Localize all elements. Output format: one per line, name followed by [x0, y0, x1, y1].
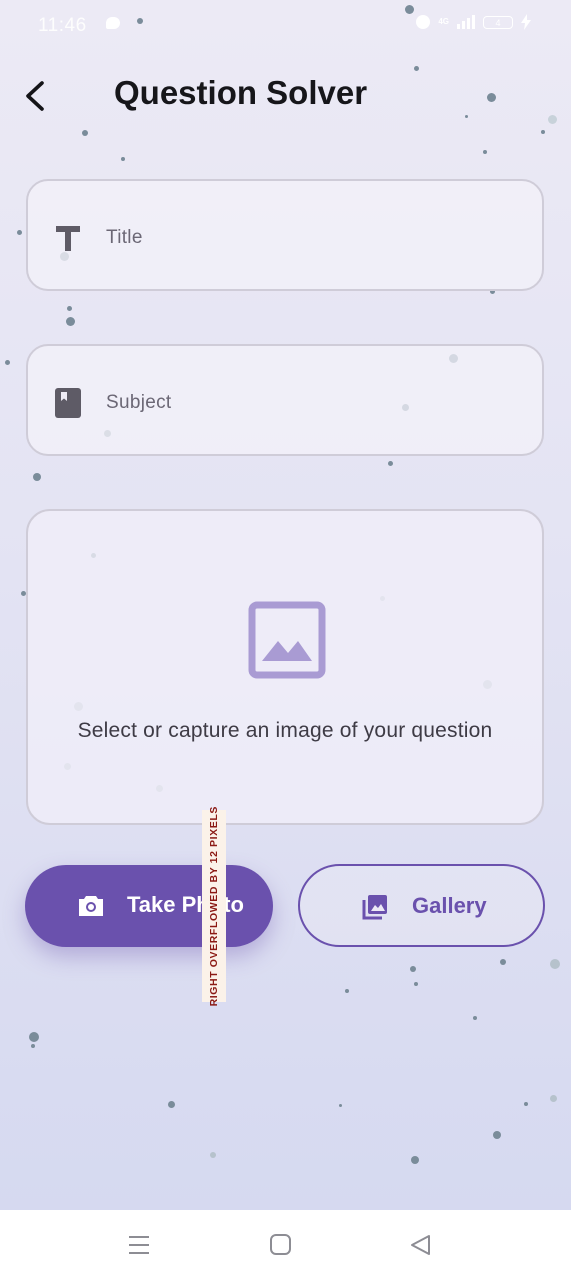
alarm-icon — [416, 15, 431, 29]
subject-field[interactable]: Subject — [26, 344, 544, 456]
take-photo-label: Take Photo — [127, 892, 244, 917]
network-type: 4G — [438, 17, 449, 26]
page-title: Question Solver — [114, 74, 368, 111]
menu-icon[interactable] — [126, 1232, 152, 1258]
camera-icon — [79, 896, 103, 916]
overflow-warning-banner: RIGHT OVERFLOWED BY 12 PIXELS — [202, 806, 226, 1006]
book-icon — [55, 388, 81, 418]
triangle-back-icon[interactable] — [408, 1232, 434, 1258]
gallery-button[interactable]: Gallery — [298, 864, 545, 947]
system-navigation-bar — [0, 1210, 571, 1280]
square-home-icon[interactable] — [268, 1232, 294, 1258]
battery-icon: 4 — [483, 15, 513, 29]
photo-library-icon — [362, 895, 387, 920]
status-icons: 4G 4 — [416, 14, 531, 30]
battery-level: 4 — [495, 17, 501, 28]
title-placeholder: Title — [106, 227, 143, 248]
title-field[interactable]: Title — [26, 179, 544, 291]
image-picker-area[interactable]: Select or capture an image of your quest… — [26, 509, 544, 825]
message-notification-icon — [106, 17, 120, 29]
image-picker-caption: Select or capture an image of your quest… — [77, 719, 493, 742]
status-time: 11:46 — [38, 15, 87, 36]
take-photo-button[interactable]: Take Photo — [25, 865, 273, 947]
back-button[interactable] — [20, 76, 56, 116]
image-icon — [248, 601, 326, 679]
chevron-left-icon — [26, 81, 44, 111]
signal-icon — [457, 15, 475, 29]
charging-icon — [521, 14, 531, 30]
gallery-label: Gallery — [412, 893, 487, 918]
overflow-warning-text: RIGHT OVERFLOWED BY 12 PIXELS — [208, 805, 220, 1007]
text-t-icon — [56, 226, 80, 251]
subject-placeholder: Subject — [106, 392, 172, 413]
status-bar: 11:46 4G 4 — [0, 0, 571, 48]
